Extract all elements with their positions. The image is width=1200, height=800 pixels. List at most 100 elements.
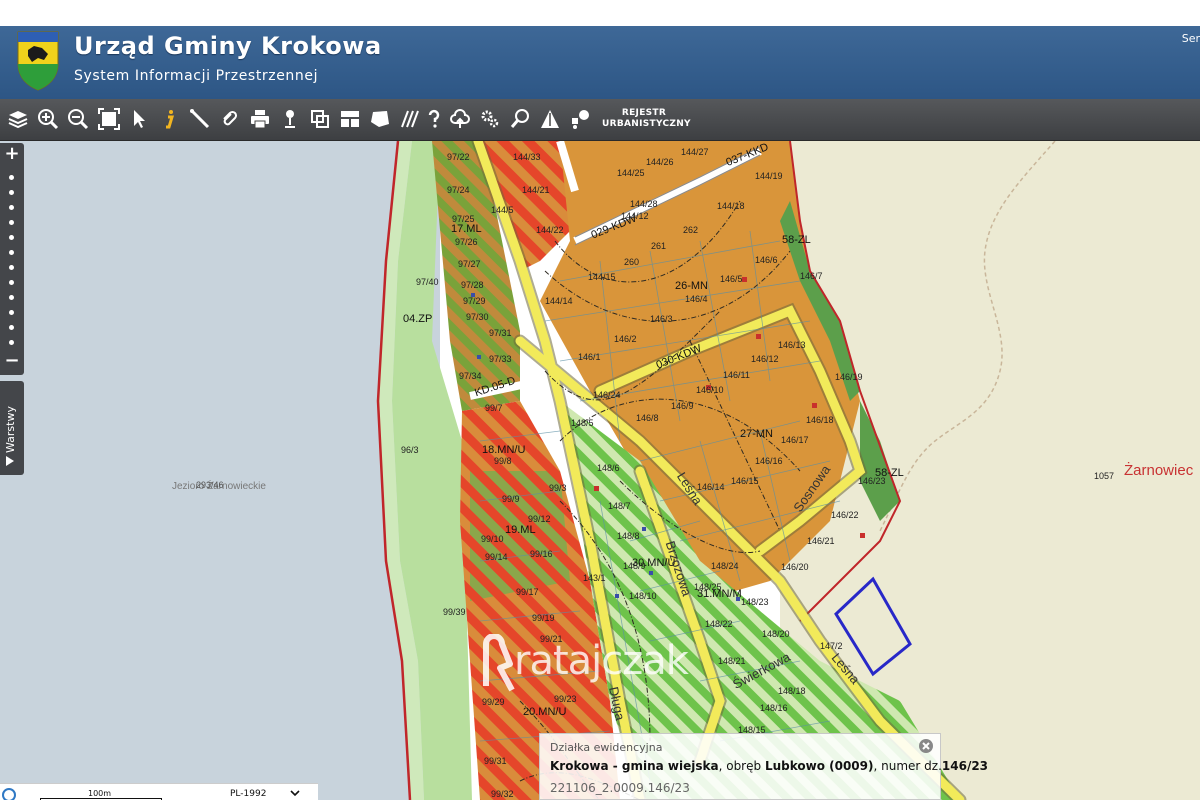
parcel-label: 147/2 bbox=[820, 641, 843, 651]
parcel-label: 148/18 bbox=[778, 686, 806, 696]
info-icon bbox=[166, 110, 175, 129]
popup-title: Działka ewidencyjna bbox=[550, 741, 663, 754]
zoom-level-dot[interactable] bbox=[9, 295, 14, 300]
zoom-level-dot[interactable] bbox=[9, 220, 14, 225]
zoom-in-icon bbox=[38, 109, 59, 130]
parcel-label: 146/22 bbox=[831, 510, 859, 520]
zoom-level-dot[interactable] bbox=[9, 265, 14, 270]
parcel-label: 99/29 bbox=[482, 697, 505, 707]
crs-selector[interactable]: PL-1992 bbox=[230, 789, 266, 799]
search-icon bbox=[510, 109, 529, 128]
zoom-level-dot[interactable] bbox=[9, 325, 14, 330]
help-icon bbox=[428, 109, 440, 128]
parcel-label: 146/23 bbox=[858, 476, 886, 486]
full-extent-button[interactable] bbox=[96, 106, 122, 132]
parcel-label: 144/18 bbox=[717, 201, 745, 211]
parcel-label: 148/10 bbox=[629, 591, 657, 601]
zoom-level-dot[interactable] bbox=[9, 205, 14, 210]
tools-button[interactable] bbox=[567, 106, 593, 132]
expand-arrow-icon bbox=[6, 456, 14, 466]
parcel-label: 99/31 bbox=[484, 756, 507, 766]
globe-icon[interactable] bbox=[2, 788, 16, 800]
parcel-label: 99/9 bbox=[502, 494, 520, 504]
parcel-label: 97/34 bbox=[459, 371, 482, 381]
zoom-out-icon bbox=[68, 109, 89, 130]
measure-button[interactable] bbox=[187, 106, 213, 132]
popup-parcel-id: 221106_2.0009.146/23 bbox=[550, 781, 690, 795]
parcel-label: 146/11 bbox=[723, 370, 750, 380]
popup-separator: , numer dz. bbox=[873, 759, 942, 773]
pin-button[interactable] bbox=[277, 106, 303, 132]
parcel-label: 146/8 bbox=[636, 413, 659, 423]
shape-icon bbox=[371, 111, 389, 127]
urban-register-label-1: REJESTR bbox=[621, 108, 667, 118]
parcel-label: 143/1 bbox=[583, 573, 606, 583]
zone-label: 20.MN/U bbox=[523, 706, 567, 718]
urban-register-label-2: URBANISTYCZNY bbox=[602, 119, 691, 129]
select-button[interactable] bbox=[126, 106, 152, 132]
shape-button[interactable] bbox=[367, 106, 393, 132]
parcel-label: 99/19 bbox=[532, 613, 555, 623]
hatch-button[interactable] bbox=[397, 106, 423, 132]
close-icon[interactable] bbox=[918, 738, 934, 754]
parcel-label: 261 bbox=[651, 241, 667, 251]
zoom-level-dot[interactable] bbox=[9, 280, 14, 285]
help-button[interactable] bbox=[421, 106, 447, 132]
zoom-level-dot[interactable] bbox=[9, 175, 14, 180]
parcel-label: 146/24 bbox=[593, 390, 621, 400]
zoom-out-control[interactable]: − bbox=[0, 350, 24, 372]
zoom-level-dot[interactable] bbox=[9, 190, 14, 195]
settings-button[interactable] bbox=[477, 106, 503, 132]
gis-app: Urząd Gminy Krokowa System Informacji Pr… bbox=[0, 0, 1200, 800]
parcel-label: 144/15 bbox=[588, 272, 616, 282]
zoom-level-dot[interactable] bbox=[9, 235, 14, 240]
urban-register-button[interactable]: REJESTR URBANISTYCZNY bbox=[602, 108, 691, 130]
parcel-label: 146/4 bbox=[685, 294, 708, 304]
parcel-label: 144/14 bbox=[545, 296, 573, 306]
header-menu-link[interactable]: Ser bbox=[1182, 32, 1200, 45]
upload-button[interactable] bbox=[447, 106, 473, 132]
map-canvas[interactable]: 04.ZP 17.ML 26-MN 27-MN 58-ZL 58-ZL 18.M… bbox=[0, 141, 1200, 800]
parcel-label: 146/6 bbox=[755, 255, 778, 265]
info-button[interactable] bbox=[156, 106, 182, 132]
parcel-label: 146/14 bbox=[697, 482, 725, 492]
parcel-label: 97/25 bbox=[452, 214, 475, 224]
parcel-label: 144/27 bbox=[681, 147, 709, 157]
parcel-label: 148/8 bbox=[617, 531, 640, 541]
parcel-label: 144/19 bbox=[755, 171, 783, 181]
layout-button[interactable] bbox=[337, 106, 363, 132]
parcel-label: 146/3 bbox=[650, 314, 673, 324]
parcel-label: 262 bbox=[683, 225, 699, 235]
zone-label: 04.ZP bbox=[403, 313, 433, 325]
parcel-label: 144/5 bbox=[491, 205, 514, 215]
app-header: Urząd Gminy Krokowa System Informacji Pr… bbox=[0, 26, 1200, 99]
layers-icon bbox=[8, 111, 28, 129]
app-title: Urząd Gminy Krokowa bbox=[74, 32, 382, 60]
triangle-button[interactable] bbox=[537, 106, 563, 132]
link-button[interactable] bbox=[217, 106, 243, 132]
search-button[interactable] bbox=[507, 106, 533, 132]
parcel-label: 99/12 bbox=[528, 514, 551, 524]
copy-button[interactable] bbox=[307, 106, 333, 132]
layers-panel-tab[interactable]: Warstwy bbox=[0, 381, 24, 475]
zone-label: 17.ML bbox=[451, 223, 482, 235]
zoom-out-button[interactable] bbox=[65, 106, 91, 132]
zoom-in-control[interactable]: + bbox=[0, 143, 24, 165]
parcel-label: 148/25 bbox=[694, 582, 722, 592]
parcel-label: 148/22 bbox=[705, 619, 733, 629]
parcel-label: 99/10 bbox=[481, 534, 504, 544]
village-label: Żarnowiec bbox=[1124, 462, 1194, 479]
watermark: ratajczak bbox=[480, 634, 720, 696]
zoom-level-dot[interactable] bbox=[9, 310, 14, 315]
chevron-down-icon[interactable] bbox=[290, 788, 300, 798]
zoom-level-dot[interactable] bbox=[9, 340, 14, 345]
print-button[interactable] bbox=[247, 106, 273, 132]
link-icon bbox=[223, 110, 238, 126]
popup-commune: Krokowa - gmina wiejska bbox=[550, 759, 719, 773]
parcel-label: 146/7 bbox=[800, 271, 823, 281]
layers-button[interactable] bbox=[5, 106, 31, 132]
zoom-in-button[interactable] bbox=[35, 106, 61, 132]
zoom-level-dot[interactable] bbox=[9, 250, 14, 255]
triangle-icon bbox=[541, 110, 559, 128]
popup-precinct: Lubkowo (0009) bbox=[764, 759, 874, 773]
